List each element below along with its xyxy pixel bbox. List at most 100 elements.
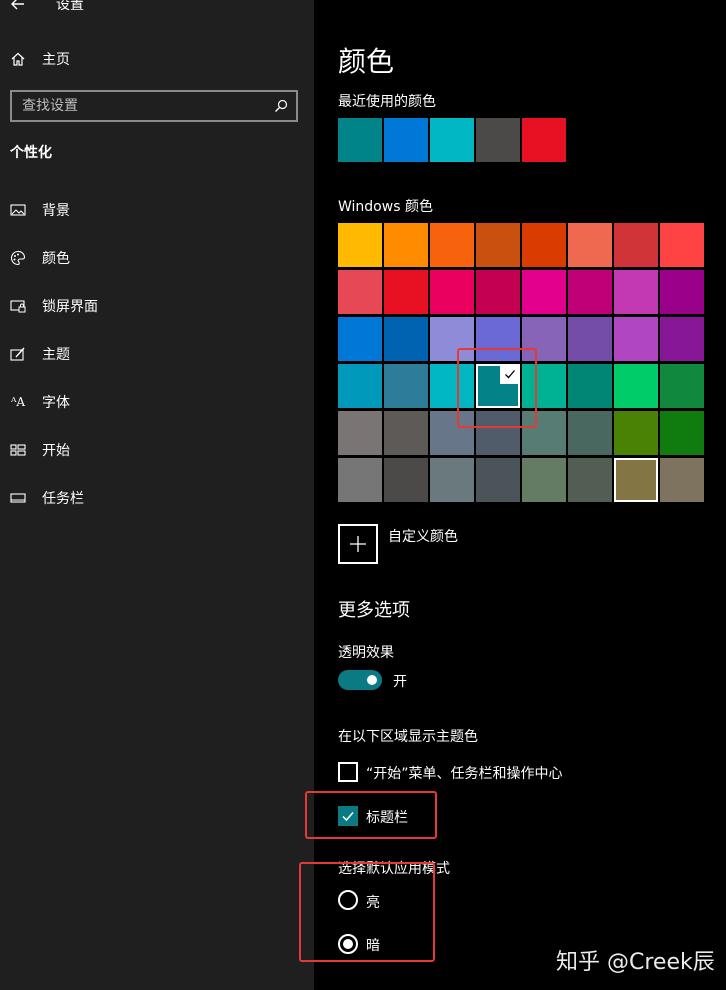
recent-color-swatch[interactable] — [338, 118, 382, 162]
windows-color-swatch[interactable] — [614, 317, 658, 361]
windows-color-swatch[interactable] — [384, 223, 428, 267]
windows-color-swatch[interactable] — [522, 270, 566, 314]
windows-color-swatch[interactable] — [522, 317, 566, 361]
windows-color-swatch[interactable] — [430, 223, 474, 267]
windows-color-swatch[interactable] — [568, 270, 612, 314]
windows-color-swatch[interactable] — [660, 364, 704, 408]
sidebar-item-fonts[interactable]: ᴬA 字体 — [0, 378, 314, 426]
windows-color-swatch[interactable] — [522, 364, 566, 408]
theme-icon — [10, 347, 25, 361]
accent-titlebar-checkbox[interactable] — [338, 806, 358, 826]
windows-color-swatch[interactable] — [476, 458, 520, 502]
recent-color-swatch[interactable] — [430, 118, 474, 162]
windows-color-swatch[interactable] — [660, 223, 704, 267]
custom-color-label[interactable]: 自定义颜色 — [388, 526, 458, 546]
mode-dark-radio[interactable] — [338, 934, 358, 954]
mode-light-radio[interactable] — [338, 890, 358, 910]
windows-color-swatch[interactable] — [430, 364, 474, 408]
windows-color-swatch[interactable] — [660, 458, 704, 502]
windows-color-swatch[interactable] — [430, 458, 474, 502]
sidebar-item-themes[interactable]: 主题 — [0, 330, 314, 378]
main-panel: 颜色 最近使用的颜色 Windows 颜色 自定义颜色 更多选项 透明效果 开 … — [314, 0, 726, 990]
sidebar-item-label: 主题 — [42, 347, 70, 363]
windows-color-swatch[interactable] — [338, 223, 382, 267]
windows-color-swatch[interactable] — [430, 270, 474, 314]
windows-color-swatch[interactable] — [476, 270, 520, 314]
windows-color-swatch[interactable] — [614, 270, 658, 314]
windows-color-swatch[interactable] — [384, 411, 428, 455]
windows-color-swatch[interactable] — [568, 317, 612, 361]
windows-color-swatch[interactable] — [384, 458, 428, 502]
app-mode-label: 选择默认应用模式 — [338, 861, 450, 877]
windows-colors-label: Windows 颜色 — [338, 199, 433, 215]
sidebar-item-label: 字体 — [42, 395, 70, 411]
accent-start-label[interactable]: “开始”菜单、任务栏和操作中心 — [366, 763, 563, 783]
sidebar-item-label: 任务栏 — [42, 491, 84, 507]
sidebar-item-label: 锁屏界面 — [42, 299, 98, 315]
sidebar-item-taskbar[interactable]: 任务栏 — [0, 474, 314, 522]
sidebar: 设置 主页 个性化 背景 颜色 锁屏界面 主题 — [0, 0, 314, 990]
plus-icon — [350, 536, 366, 552]
sidebar-item-label: 颜色 — [42, 251, 70, 267]
recent-color-swatch[interactable] — [476, 118, 520, 162]
windows-color-swatch[interactable] — [568, 364, 612, 408]
windows-color-swatch[interactable] — [338, 364, 382, 408]
lock-screen-icon — [10, 300, 26, 313]
windows-color-swatch[interactable] — [338, 270, 382, 314]
sidebar-item-colors[interactable]: 颜色 — [0, 234, 314, 282]
windows-color-swatch[interactable] — [430, 317, 474, 361]
start-icon — [10, 444, 26, 456]
sidebar-item-lock-screen[interactable]: 锁屏界面 — [0, 282, 314, 330]
sidebar-item-start[interactable]: 开始 — [0, 426, 314, 474]
windows-color-swatch[interactable] — [338, 317, 382, 361]
windows-color-swatch[interactable] — [614, 364, 658, 408]
recent-colors-label: 最近使用的颜色 — [338, 94, 436, 110]
windows-color-swatch[interactable] — [338, 411, 382, 455]
recent-color-swatch[interactable] — [522, 118, 566, 162]
checkmark-icon — [342, 812, 354, 822]
accent-titlebar-label[interactable]: 标题栏 — [366, 807, 408, 827]
accent-start-checkbox[interactable] — [338, 762, 358, 782]
sidebar-item-background[interactable]: 背景 — [0, 186, 314, 234]
picture-icon — [10, 204, 26, 216]
windows-color-swatch[interactable] — [568, 458, 612, 502]
search-input[interactable] — [22, 98, 274, 114]
windows-color-swatch[interactable] — [476, 411, 520, 455]
windows-color-swatch[interactable] — [476, 223, 520, 267]
windows-color-swatch[interactable] — [614, 223, 658, 267]
windows-color-swatch[interactable] — [522, 411, 566, 455]
more-options-title: 更多选项 — [338, 600, 410, 621]
windows-color-swatch[interactable] — [660, 411, 704, 455]
mode-light-label[interactable]: 亮 — [366, 892, 380, 912]
toggle-knob — [367, 675, 377, 685]
windows-color-swatch[interactable] — [384, 270, 428, 314]
windows-color-swatch[interactable] — [476, 317, 520, 361]
windows-color-swatch[interactable] — [430, 411, 474, 455]
windows-color-swatch[interactable] — [568, 223, 612, 267]
home-nav-item[interactable]: 主页 — [10, 48, 70, 70]
windows-color-swatch[interactable] — [614, 411, 658, 455]
page-title: 颜色 — [338, 45, 395, 78]
windows-color-swatch[interactable] — [660, 317, 704, 361]
back-arrow-icon[interactable] — [10, 0, 26, 12]
radio-dot — [343, 939, 353, 949]
personalization-nav: 背景 颜色 锁屏界面 主题 ᴬA 字体 开始 任务栏 — [0, 186, 314, 522]
windows-color-swatch[interactable] — [338, 458, 382, 502]
app-title: 设置 — [56, 0, 84, 13]
transparency-toggle[interactable] — [338, 670, 382, 690]
search-box[interactable] — [10, 90, 298, 122]
sidebar-item-label: 背景 — [42, 203, 70, 219]
windows-color-swatch[interactable] — [568, 411, 612, 455]
search-icon[interactable] — [274, 99, 288, 113]
windows-color-swatch[interactable] — [384, 317, 428, 361]
windows-color-swatch[interactable] — [660, 270, 704, 314]
windows-color-swatch[interactable] — [522, 223, 566, 267]
custom-color-button[interactable] — [338, 524, 378, 564]
windows-color-swatch[interactable] — [384, 364, 428, 408]
windows-color-swatch-selected[interactable] — [476, 364, 520, 408]
transparency-label: 透明效果 — [338, 645, 394, 661]
windows-color-swatch[interactable] — [522, 458, 566, 502]
windows-color-swatch-hover[interactable] — [614, 458, 658, 502]
recent-color-swatch[interactable] — [384, 118, 428, 162]
mode-dark-label[interactable]: 暗 — [366, 935, 380, 955]
